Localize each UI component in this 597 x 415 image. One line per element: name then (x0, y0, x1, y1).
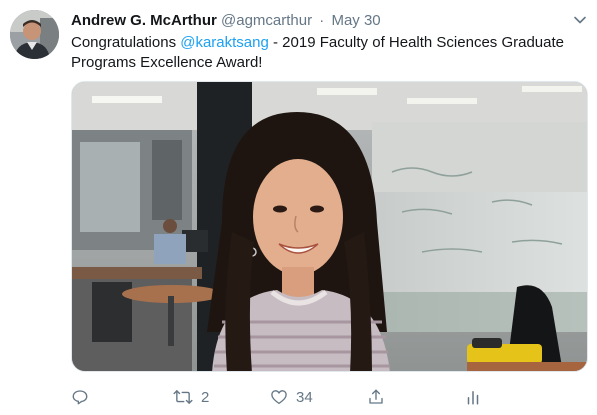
tweet: Andrew G. McArthur @agmcarthur · May 30 … (0, 0, 597, 415)
mention-link[interactable]: @karaktsang (180, 34, 269, 51)
tweet-timestamp[interactable]: May 30 (331, 12, 380, 29)
tweet-text: Congratulations @karaktsang - 2019 Facul… (71, 33, 581, 73)
display-name[interactable]: Andrew G. McArthur (71, 12, 217, 29)
retweet-count: 2 (201, 388, 210, 406)
avatar-photo (10, 10, 59, 59)
analytics-button[interactable] (464, 386, 482, 408)
avatar[interactable] (10, 10, 59, 59)
share-icon (367, 388, 385, 406)
tweet-text-start: Congratulations (71, 34, 181, 51)
tweet-actions: 2 34 (71, 386, 501, 408)
tweet-photo[interactable] (71, 81, 588, 372)
tweet-header: Andrew G. McArthur @agmcarthur · May 30 (71, 11, 567, 31)
user-handle[interactable]: @agmcarthur (221, 12, 312, 29)
analytics-icon (464, 388, 482, 406)
retweet-icon (173, 388, 193, 406)
share-button[interactable] (367, 386, 385, 408)
retweet-button[interactable]: 2 (173, 386, 209, 408)
reply-button[interactable] (71, 386, 97, 408)
like-button[interactable]: 34 (270, 386, 313, 408)
header-separator: · (319, 12, 325, 29)
chevron-down-icon[interactable] (572, 12, 588, 28)
office-portrait-photo (72, 82, 587, 371)
reply-icon (71, 388, 89, 406)
like-icon (270, 388, 288, 406)
like-count: 34 (296, 388, 313, 406)
